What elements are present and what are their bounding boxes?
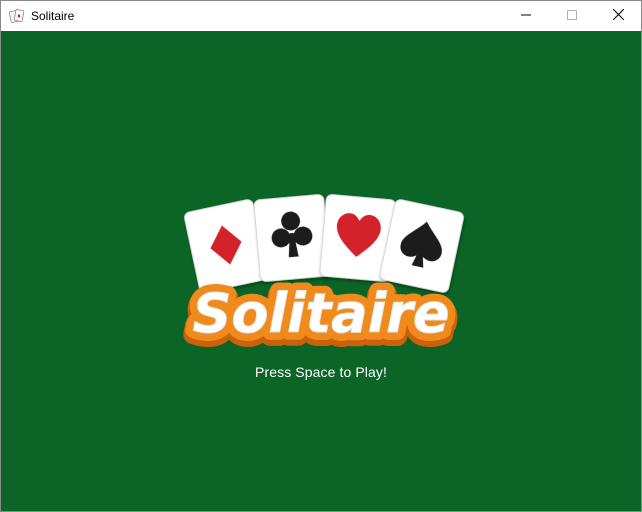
logo-text-fill: Solitaire <box>192 282 449 345</box>
start-prompt: Press Space to Play! <box>255 364 387 380</box>
minimize-button[interactable] <box>503 1 549 31</box>
window-controls <box>503 1 641 31</box>
maximize-button[interactable] <box>549 1 595 31</box>
window-title: Solitaire <box>31 9 75 23</box>
club-card <box>253 194 331 282</box>
close-icon <box>612 7 624 25</box>
solitaire-logo: Solitaire Solitaire Solitaire <box>171 191 471 359</box>
minimize-icon <box>521 7 531 25</box>
logo-wordmark: Solitaire Solitaire Solitaire <box>182 274 459 359</box>
playing-cards-icon <box>8 8 25 24</box>
app-window: Solitaire Solitaire Solitaire Solitaire … <box>0 0 642 512</box>
title-bar[interactable]: Solitaire <box>1 1 641 31</box>
game-canvas[interactable]: Solitaire Solitaire Solitaire Press Spac… <box>1 31 641 511</box>
close-button[interactable] <box>595 1 641 31</box>
maximize-icon <box>567 7 577 25</box>
